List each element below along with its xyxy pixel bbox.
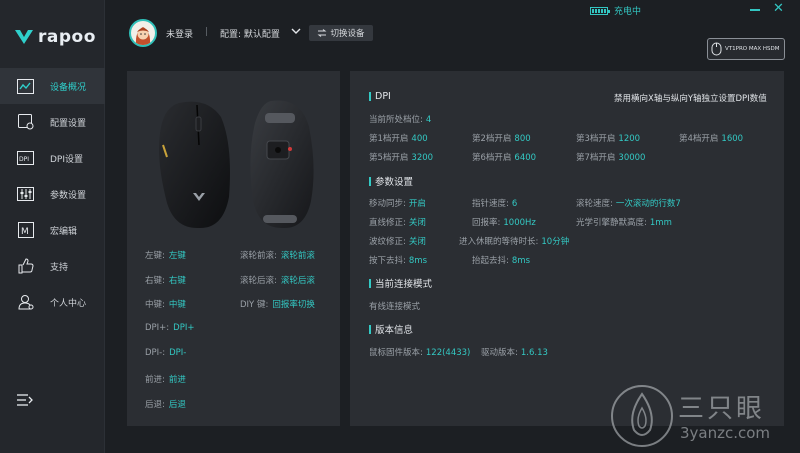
dpi-level-5: 第5档开启 3200: [369, 153, 434, 163]
binding-dpi-minus[interactable]: DPI-: DPI-: [145, 348, 186, 358]
sidebar-item-dpi[interactable]: DPI DPI设置: [0, 140, 105, 176]
dpi-icon: DPI: [17, 150, 34, 167]
sidebar-item-label: 设备概况: [50, 82, 87, 93]
thumbs-up-icon: [17, 258, 34, 275]
rapoo-logo: rapoo: [14, 27, 96, 47]
dpi-level-2: 第2档开启 800: [472, 134, 531, 144]
sidebar-item-label: 配置设置: [50, 118, 87, 129]
binding-dpi-plus[interactable]: DPI+: DPI+: [145, 323, 194, 333]
dpi-level-3: 第3档开启 1200: [576, 134, 641, 144]
switch-device-button[interactable]: 切换设备: [309, 25, 373, 41]
dpi-current-level: 当前所处档位: 4: [369, 115, 432, 125]
param-press-debounce: 按下去抖: 8ms: [369, 256, 427, 266]
sidebar-nav: 设备概况 配置设置 DPI DPI设置 参数设置 M 宏编辑 支持 个人中心: [0, 68, 105, 320]
binding-right-click[interactable]: 右键: 右键: [145, 274, 186, 286]
switch-device-label: 切换设备: [330, 29, 365, 39]
watermark-text: 三只眼: [678, 394, 766, 424]
svg-text:M: M: [21, 227, 29, 237]
avatar-face-icon: [135, 27, 151, 45]
dpi-level-6: 第6档开启 6400: [472, 153, 537, 163]
avatar[interactable]: [129, 19, 157, 47]
sidebar-item-config[interactable]: 配置设置: [0, 104, 105, 140]
rapoo-logo-mark: [15, 30, 33, 44]
driver-version: 驱动版本: 1.6.13: [481, 348, 548, 358]
dpi-axis-note: 禁用横向X轴与纵向Y轴独立设置DPI数值: [614, 94, 767, 104]
binding-scroll-down[interactable]: 滚轮后滚: 滚轮后滚: [240, 274, 315, 286]
charging-status: 充电中: [590, 4, 641, 17]
button-binding-panel: 左键: 左键 右键: 右键 中键: 中键 DPI+: DPI+ DPI-: DPI- 前进…: [127, 71, 340, 426]
svg-text:DPI: DPI: [19, 156, 29, 163]
binding-scroll-up[interactable]: 滚轮前滚: 滚轮前滚: [240, 249, 315, 261]
connection-mode: 有线连接模式: [369, 302, 421, 312]
param-sleep-timeout: 进入休眠的等待时长: 10分钟: [459, 237, 570, 247]
minimize-button[interactable]: [750, 9, 760, 11]
chart-icon: [17, 78, 34, 95]
mouse-icon: [711, 42, 722, 56]
binding-back[interactable]: 后退: 后退: [145, 398, 186, 410]
config-icon: [17, 114, 34, 131]
current-config[interactable]: 配置: 默认配置: [220, 27, 280, 40]
login-status[interactable]: 未登录: [166, 27, 193, 40]
collapse-menu-icon[interactable]: [17, 393, 33, 407]
device-overview-panel: DPI 禁用横向X轴与纵向Y轴独立设置DPI数值 当前所处档位: 4 第1档开启 4…: [350, 71, 784, 426]
sidebar-item-overview[interactable]: 设备概况: [0, 68, 105, 104]
dpi-level-4: 第4档开启 1600: [679, 134, 744, 144]
firmware-version: 鼠标固件版本: 122(4433): [369, 348, 471, 358]
sidebar: rapoo 设备概况 配置设置 DPI DPI设置 参数设置 M 宏编辑 支持 …: [0, 0, 105, 453]
param-release-debounce: 抬起去抖: 8ms: [472, 256, 530, 266]
binding-forward[interactable]: 前进: 前进: [145, 373, 186, 385]
dpi-level-1: 第1档开启 400: [369, 134, 428, 144]
sidebar-item-label: 个人中心: [50, 298, 87, 309]
close-button[interactable]: ✕: [773, 2, 784, 15]
sidebar-item-label: 参数设置: [50, 190, 87, 201]
sidebar-item-macro[interactable]: M 宏编辑: [0, 212, 105, 248]
sidebar-item-profile[interactable]: 个人中心: [0, 284, 105, 320]
header-separator: |: [205, 27, 209, 37]
macro-icon: M: [17, 222, 34, 239]
device-name: VT1PRO MAX HSDM: [725, 46, 780, 52]
param-ripple-control: 波纹修正: 关闭: [369, 237, 426, 247]
battery-icon: [590, 6, 610, 15]
chevron-down-icon[interactable]: [291, 26, 301, 36]
binding-diy-key[interactable]: DIY 键: 回报率切换: [240, 298, 315, 310]
param-lift-off-distance: 光学引擎静默高度: 1mm: [576, 218, 672, 228]
param-polling-rate: 回报率: 1000Hz: [472, 218, 536, 228]
sidebar-item-label: 支持: [50, 262, 69, 273]
version-section-title: 版本信息: [369, 322, 413, 336]
binding-middle-click[interactable]: 中键: 中键: [145, 298, 186, 310]
connection-section-title: 当前连接模式: [369, 276, 432, 290]
switch-arrows-icon: [317, 29, 327, 37]
watermark-logo-icon: [611, 385, 673, 447]
top-bar: 未登录 | 配置: 默认配置 切换设备: [105, 0, 800, 62]
charging-label: 充电中: [614, 7, 642, 17]
sidebar-item-label: DPI设置: [50, 154, 84, 165]
param-scroll-speed: 滚轮速度: 一次滚动的行数7: [576, 199, 681, 209]
device-selector[interactable]: VT1PRO MAX HSDM: [707, 38, 785, 60]
param-motion-sync: 移动同步: 开启: [369, 199, 426, 209]
watermark-url: 3yanzc.com: [680, 424, 771, 442]
mouse-image: [159, 100, 314, 229]
dpi-level-7: 第7档开启 30000: [576, 153, 646, 163]
sliders-icon: [17, 186, 34, 203]
brand-name: rapoo: [38, 27, 96, 47]
sidebar-item-support[interactable]: 支持: [0, 248, 105, 284]
sidebar-item-params[interactable]: 参数设置: [0, 176, 105, 212]
dpi-section-title: DPI: [369, 91, 391, 102]
sidebar-item-label: 宏编辑: [50, 226, 78, 237]
watermark: 三只眼 3yanzc.com: [608, 380, 800, 453]
params-section-title: 参数设置: [369, 174, 413, 188]
user-icon: [17, 294, 34, 311]
param-pointer-speed: 指针速度: 6: [472, 199, 518, 209]
binding-left-click[interactable]: 左键: 左键: [145, 249, 186, 261]
param-angle-snapping: 直线修正: 关闭: [369, 218, 426, 228]
